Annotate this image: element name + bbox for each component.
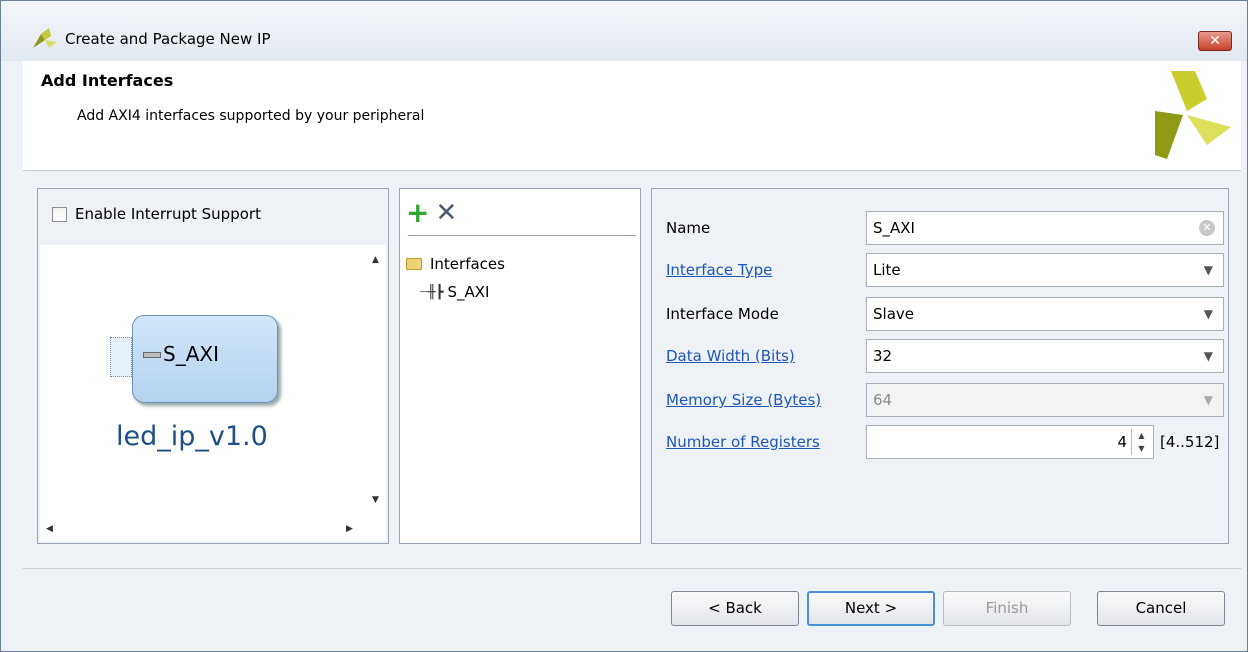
- tree-root-label: Interfaces: [430, 255, 505, 273]
- scroll-right-icon[interactable]: ▶: [346, 524, 353, 534]
- ip-preview-panel: Enable Interrupt Support S_AXI led_ip_v1…: [37, 188, 389, 544]
- tree-toolbar: + ✕: [406, 195, 457, 231]
- name-row: Name S_AXI ✕: [666, 211, 1224, 245]
- port-icon: [143, 352, 161, 358]
- clear-icon[interactable]: ✕: [1199, 220, 1215, 236]
- close-button[interactable]: ✕: [1198, 31, 1232, 51]
- chevron-down-icon: ▼: [1203, 349, 1213, 363]
- ip-name-label: led_ip_v1.0: [116, 421, 268, 452]
- tree-item-s-axi[interactable]: ┈╫┣ S_AXI: [420, 283, 489, 301]
- name-field[interactable]: S_AXI ✕: [866, 211, 1224, 245]
- interface-mode-label: Interface Mode: [666, 305, 779, 323]
- cancel-button[interactable]: Cancel: [1097, 591, 1225, 626]
- vivado-logo-icon: [33, 28, 57, 48]
- num-registers-link[interactable]: Number of Registers: [666, 433, 856, 451]
- enable-interrupt-label: Enable Interrupt Support: [75, 205, 261, 223]
- page-subtitle: Add AXI4 interfaces supported by your pe…: [77, 108, 425, 124]
- scroll-up-icon[interactable]: ▲: [372, 255, 379, 265]
- interfaces-tree-panel: + ✕ Interfaces ┈╫┣ S_AXI: [399, 188, 641, 544]
- enable-interrupt-checkbox[interactable]: [52, 206, 67, 222]
- scroll-down-icon[interactable]: ▼: [372, 495, 379, 505]
- tree-item-label: S_AXI: [447, 283, 490, 301]
- interface-type-row: Interface Type Lite ▼: [666, 253, 1224, 287]
- remove-interface-icon[interactable]: ✕: [435, 199, 457, 227]
- spinner-control[interactable]: ▲ ▼: [1131, 429, 1151, 455]
- data-width-link[interactable]: Data Width (Bits): [666, 347, 856, 365]
- ip-symbol-canvas: S_AXI led_ip_v1.0 ▲ ▼ ◀ ▶: [40, 245, 386, 541]
- num-registers-range: [4..512]: [1160, 433, 1220, 451]
- spin-up-icon[interactable]: ▲: [1132, 429, 1151, 442]
- interface-mode-select[interactable]: Slave ▼: [866, 297, 1224, 331]
- footer-divider: [23, 568, 1241, 569]
- chevron-down-icon: ▼: [1203, 393, 1213, 407]
- memory-size-value: 64: [873, 391, 893, 409]
- num-registers-row: Number of Registers 4 ▲ ▼ [4..512]: [666, 425, 1219, 459]
- xilinx-logo-icon: [1155, 71, 1231, 159]
- chevron-down-icon: ▼: [1203, 263, 1213, 277]
- data-width-row: Data Width (Bits) 32 ▼: [666, 339, 1224, 373]
- memory-size-link[interactable]: Memory Size (Bytes): [666, 391, 856, 409]
- data-width-select[interactable]: 32 ▼: [866, 339, 1224, 373]
- interface-mode-row: Interface Mode Slave ▼: [666, 297, 1224, 331]
- finish-button: Finish: [943, 591, 1071, 626]
- interface-mode-value: Slave: [873, 305, 914, 323]
- interface-type-value: Lite: [873, 261, 901, 279]
- page-header: Add Interfaces Add AXI4 interfaces suppo…: [23, 61, 1241, 171]
- bus-interface-icon: ┈╫┣: [420, 284, 444, 300]
- page-title: Add Interfaces: [41, 71, 174, 90]
- horizontal-scrollbar[interactable]: ◀ ▶: [40, 521, 368, 539]
- spin-down-icon[interactable]: ▼: [1132, 442, 1151, 455]
- window-title: Create and Package New IP: [65, 30, 271, 48]
- port-connector: [110, 337, 132, 377]
- ip-port-label: S_AXI: [163, 342, 219, 366]
- scroll-left-icon[interactable]: ◀: [46, 524, 53, 534]
- add-interface-icon[interactable]: +: [406, 199, 429, 227]
- interface-type-link[interactable]: Interface Type: [666, 261, 856, 279]
- data-width-value: 32: [873, 347, 893, 365]
- title-bar: Create and Package New IP ✕: [1, 1, 1247, 61]
- folder-open-icon: [406, 258, 422, 270]
- dialog-window: Create and Package New IP ✕ Add Interfac…: [0, 0, 1248, 652]
- name-label: Name: [666, 219, 711, 237]
- interface-type-select[interactable]: Lite ▼: [866, 253, 1224, 287]
- interface-properties-panel: Name S_AXI ✕ Interface Type Lite ▼ Inter…: [651, 188, 1229, 544]
- toolbar-divider: [408, 235, 636, 236]
- num-registers-stepper[interactable]: 4 ▲ ▼: [866, 425, 1154, 459]
- name-value: S_AXI: [873, 219, 915, 237]
- vertical-scrollbar[interactable]: ▲ ▼: [368, 245, 386, 521]
- back-button[interactable]: < Back: [671, 591, 799, 626]
- num-registers-value: 4: [1117, 433, 1127, 451]
- tree-root-interfaces[interactable]: Interfaces: [406, 255, 505, 273]
- memory-size-select: 64 ▼: [866, 383, 1224, 417]
- memory-size-row: Memory Size (Bytes) 64 ▼: [666, 383, 1224, 417]
- chevron-down-icon: ▼: [1203, 307, 1213, 321]
- next-button[interactable]: Next >: [807, 591, 935, 626]
- enable-interrupt-row[interactable]: Enable Interrupt Support: [52, 205, 261, 223]
- ip-block[interactable]: S_AXI: [132, 315, 278, 403]
